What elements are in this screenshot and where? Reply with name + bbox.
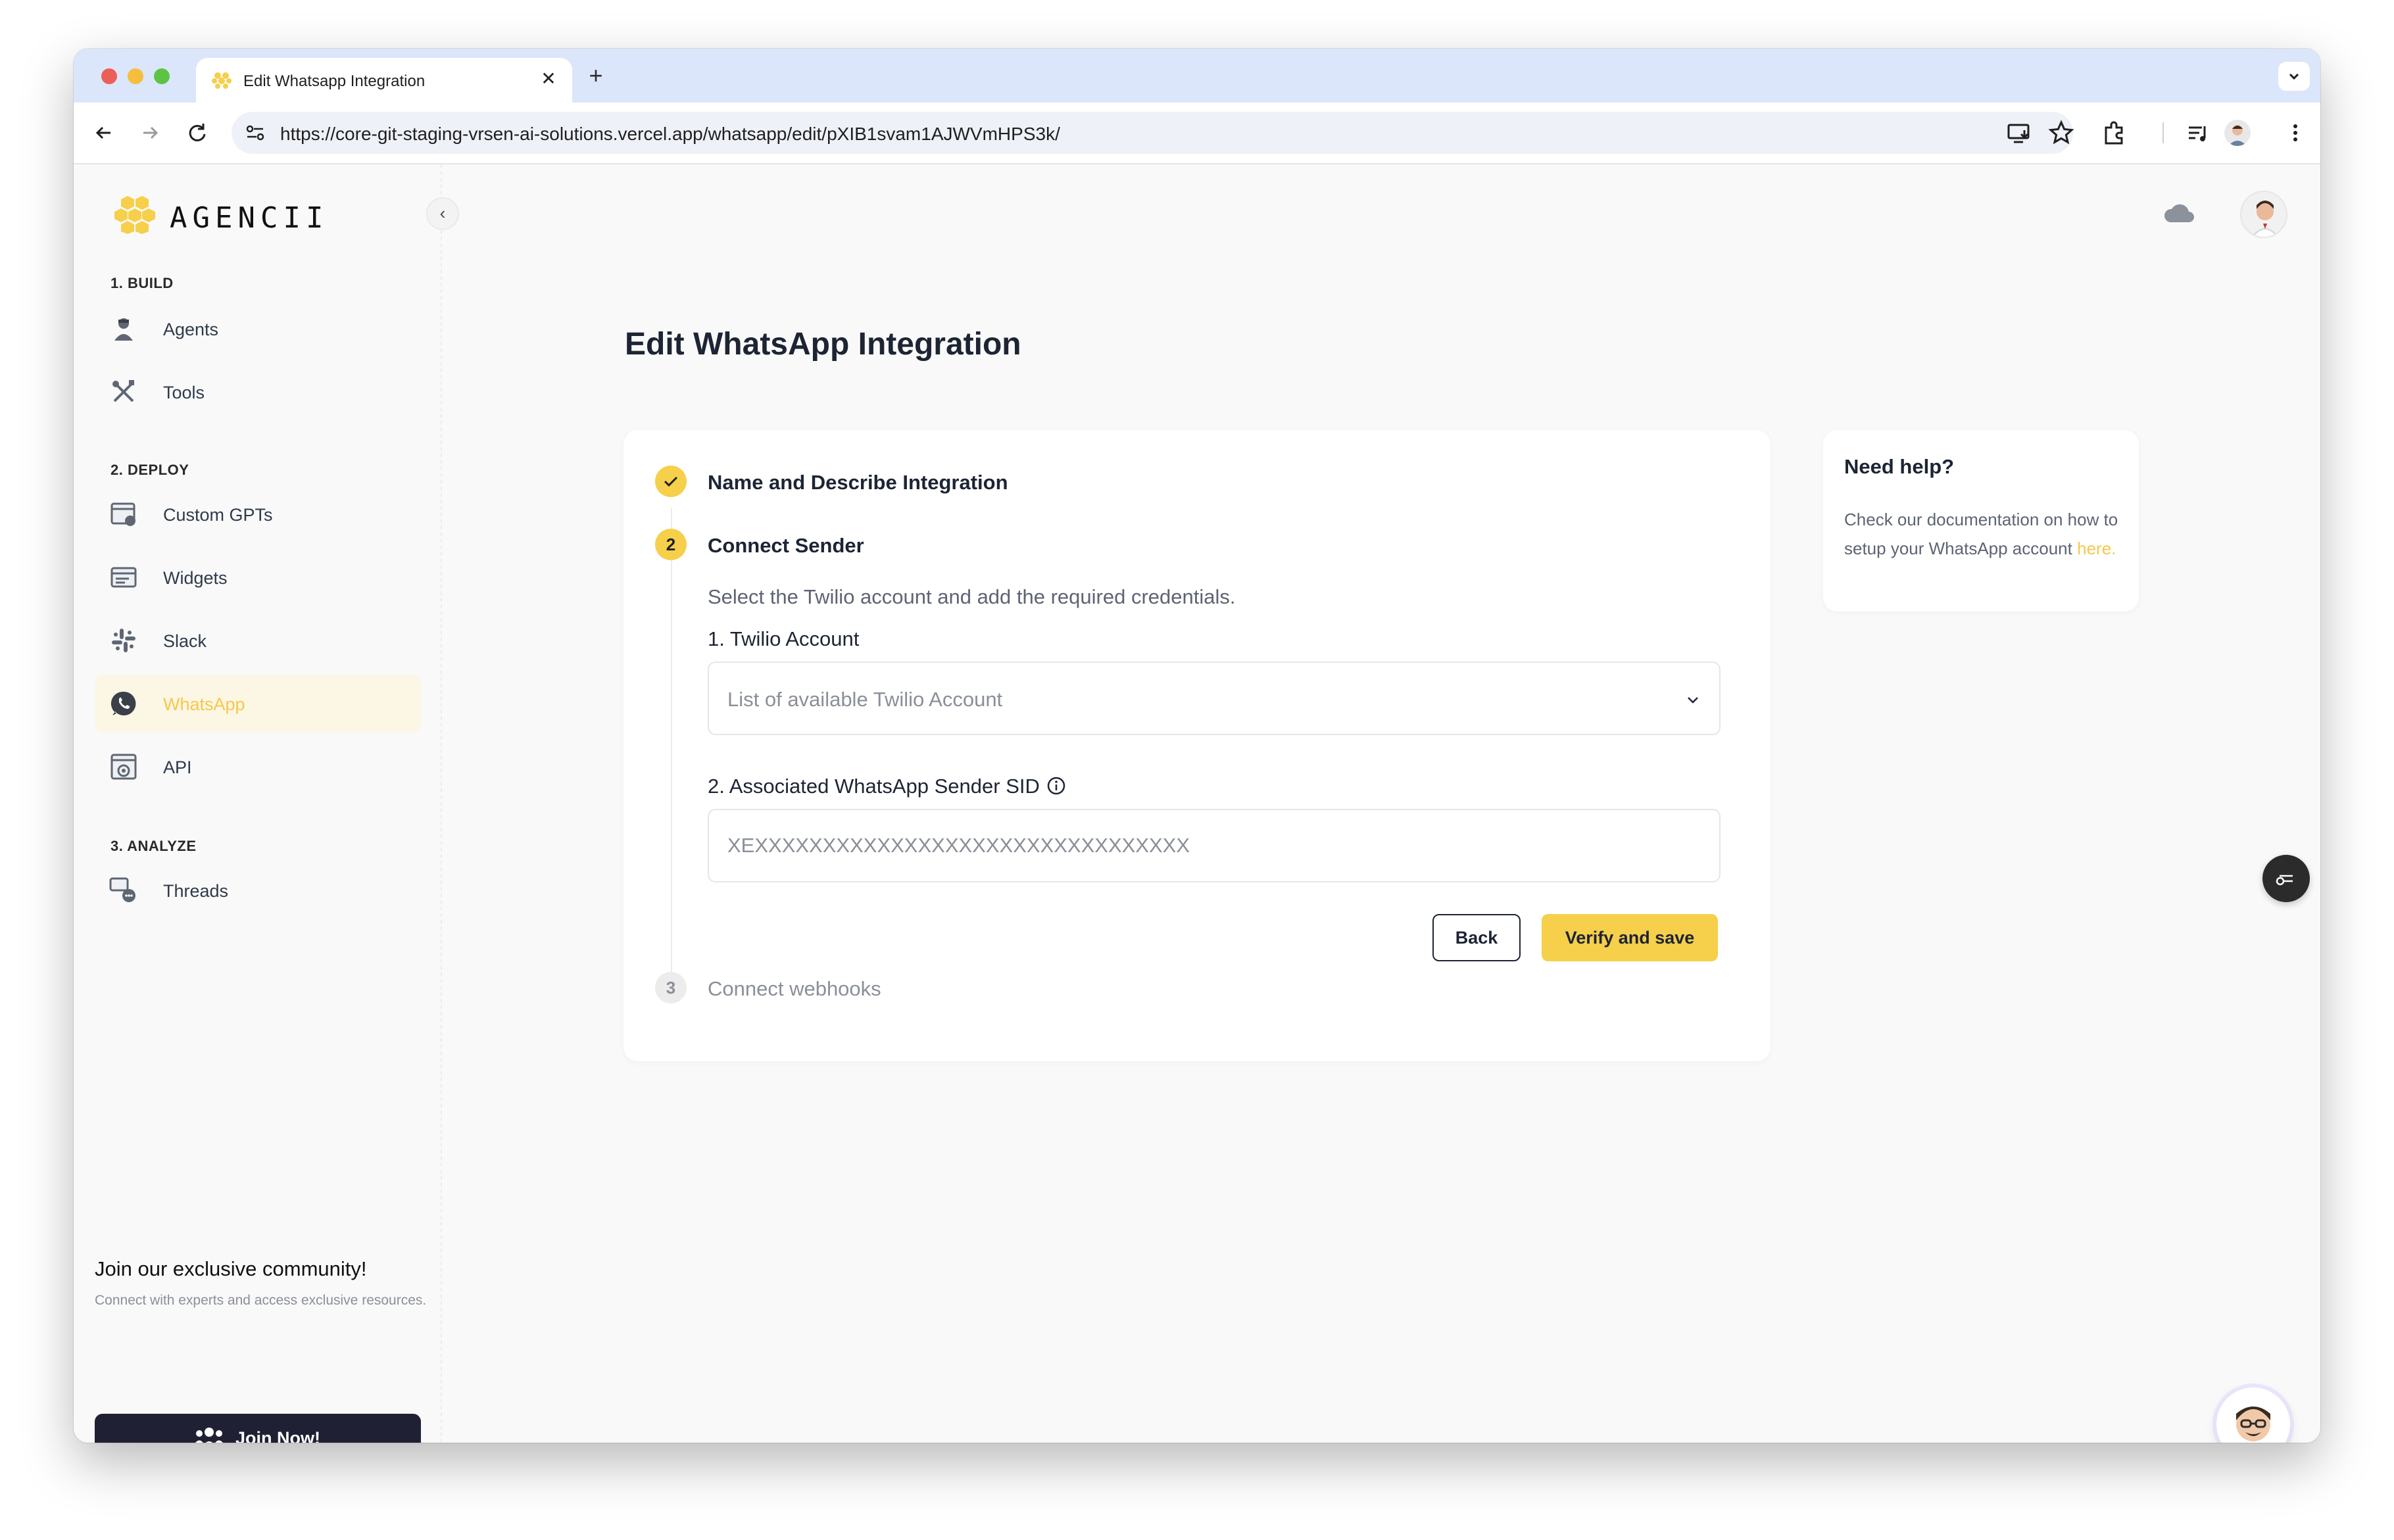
info-icon[interactable] <box>1046 776 1066 796</box>
agencii-favicon-icon <box>212 72 232 89</box>
tab-search-button[interactable] <box>2278 62 2310 91</box>
sidebar-item-threads[interactable]: Threads <box>95 861 421 919</box>
community-description: Connect with experts and access exclusiv… <box>95 1293 427 1308</box>
sidebar-item-api[interactable]: API <box>95 738 421 796</box>
chevron-down-icon <box>2289 73 2299 80</box>
close-window-button[interactable] <box>101 68 117 84</box>
install-app-icon[interactable] <box>2005 118 2034 147</box>
sidebar-item-custom-gpts[interactable]: Custom GPTs <box>95 485 421 543</box>
step-2-description: Select the Twilio account and add the re… <box>708 585 1236 608</box>
person-icon <box>2228 125 2247 146</box>
section-title-deploy: 2. DEPLOY <box>110 462 189 478</box>
page-content: AGENCII ‹ 1. BUILD Agents Tools 2. DEPLO… <box>74 164 2320 1443</box>
extensions-icon[interactable] <box>2099 118 2128 147</box>
help-card: Need help? Check our documentation on ho… <box>1823 430 2139 612</box>
browser-toolbar: https://core-git-staging-vrsen-ai-soluti… <box>74 103 2320 164</box>
check-icon <box>664 476 678 487</box>
profile-avatar[interactable] <box>2224 120 2251 146</box>
sidebar-item-whatsapp[interactable]: WhatsApp <box>95 675 421 733</box>
sidebar-item-agents[interactable]: Agents <box>95 300 421 358</box>
agent-icon <box>114 318 133 341</box>
twilio-account-placeholder: List of available Twilio Account <box>727 688 1003 711</box>
browser-tab[interactable]: Edit Whatsapp Integration ✕ <box>196 58 572 103</box>
sender-sid-label-text: 2. Associated WhatsApp Sender SID <box>708 775 1040 798</box>
community-title: Join our exclusive community! <box>95 1257 367 1280</box>
join-now-label: Join Now! <box>235 1428 320 1443</box>
reload-icon[interactable] <box>184 120 210 146</box>
integration-stepper-card: Name and Describe Integration 2 Connect … <box>623 430 1771 1061</box>
sender-sid-label: 2. Associated WhatsApp Sender SID <box>708 775 1066 798</box>
users-icon <box>195 1428 223 1443</box>
sidebar-item-label: Threads <box>163 881 229 901</box>
address-bar[interactable]: https://core-git-staging-vrsen-ai-soluti… <box>232 112 2073 154</box>
brand-name: AGENCII <box>170 201 329 235</box>
sidebar-item-label: Agents <box>163 320 219 339</box>
floating-toggle-button[interactable] <box>2262 855 2310 902</box>
whatsapp-icon <box>110 691 136 715</box>
step-3-title: Connect webhooks <box>708 977 881 1000</box>
step-2-title: Connect Sender <box>708 534 864 557</box>
collapse-sidebar-button[interactable]: ‹ <box>426 197 459 230</box>
sidebar-item-label: Slack <box>163 631 207 651</box>
sidebar-item-label: Widgets <box>163 568 228 588</box>
slack-icon <box>112 629 135 652</box>
sidebar: AGENCII ‹ 1. BUILD Agents Tools 2. DEPLO… <box>74 164 459 1443</box>
step-3-number: 3 <box>655 972 687 1003</box>
toggle-list-icon <box>2276 875 2293 886</box>
back-button[interactable]: Back <box>1432 914 1521 961</box>
api-icon <box>110 754 137 780</box>
sidebar-item-label: API <box>163 758 192 777</box>
chevron-down-icon <box>1688 697 1698 704</box>
assistant-avatar-icon <box>2236 1407 2270 1441</box>
help-title: Need help? <box>1844 455 1955 478</box>
tab-strip: Edit Whatsapp Integration ✕ + <box>74 49 2320 103</box>
section-title-analyze: 3. ANALYZE <box>110 838 197 854</box>
cloud-moon-icon[interactable] <box>2161 193 2198 230</box>
sidebar-item-tools[interactable]: Tools <box>95 363 421 421</box>
browser-window: Edit Whatsapp Integration ✕ + https://co… <box>74 49 2320 1443</box>
help-link[interactable]: here. <box>2077 539 2116 558</box>
custom-gpt-icon <box>110 502 135 526</box>
page-title: Edit WhatsApp Integration <box>625 327 1021 362</box>
step-2-number: 2 <box>655 529 687 560</box>
sender-sid-input[interactable] <box>708 809 1721 882</box>
sidebar-item-widgets[interactable]: Widgets <box>95 548 421 606</box>
forward-arrow-icon[interactable] <box>137 120 163 146</box>
twilio-account-select[interactable]: List of available Twilio Account <box>708 662 1721 735</box>
widget-icon <box>110 567 137 588</box>
step-1-title: Name and Describe Integration <box>708 471 1008 494</box>
threads-icon <box>109 877 135 902</box>
sidebar-item-slack[interactable]: Slack <box>95 612 421 669</box>
tools-icon <box>112 380 134 402</box>
media-controls-icon[interactable] <box>2184 118 2212 147</box>
maximize-window-button[interactable] <box>154 68 170 84</box>
person-icon <box>2251 201 2279 237</box>
twilio-account-label: 1. Twilio Account <box>708 627 860 650</box>
url-text: https://core-git-staging-vrsen-ai-soluti… <box>280 124 1060 144</box>
verify-and-save-button[interactable]: Verify and save <box>1542 914 1718 961</box>
step-1-check <box>655 466 687 497</box>
join-now-button[interactable]: Join Now! <box>95 1414 421 1443</box>
site-settings-icon[interactable] <box>243 121 267 145</box>
minimize-window-button[interactable] <box>128 68 143 84</box>
bookmark-star-icon[interactable] <box>2047 118 2076 147</box>
toolbar-divider <box>2162 122 2164 143</box>
sidebar-item-label: Tools <box>163 383 205 402</box>
tab-close-icon[interactable]: ✕ <box>537 67 560 91</box>
new-tab-button[interactable]: + <box>583 63 609 89</box>
more-menu-icon[interactable] <box>2281 118 2310 147</box>
stepper-line <box>671 508 672 972</box>
section-title-build: 1. BUILD <box>110 275 174 291</box>
tab-title: Edit Whatsapp Integration <box>243 72 426 90</box>
sidebar-item-label: WhatsApp <box>163 694 245 714</box>
sidebar-item-label: Custom GPTs <box>163 505 273 525</box>
help-text: Check our documentation on how to setup … <box>1844 505 2120 563</box>
user-avatar[interactable] <box>2240 191 2287 238</box>
agencii-logo-icon <box>114 196 155 234</box>
chat-assistant-button[interactable] <box>2216 1387 2290 1443</box>
back-arrow-icon[interactable] <box>91 120 117 146</box>
